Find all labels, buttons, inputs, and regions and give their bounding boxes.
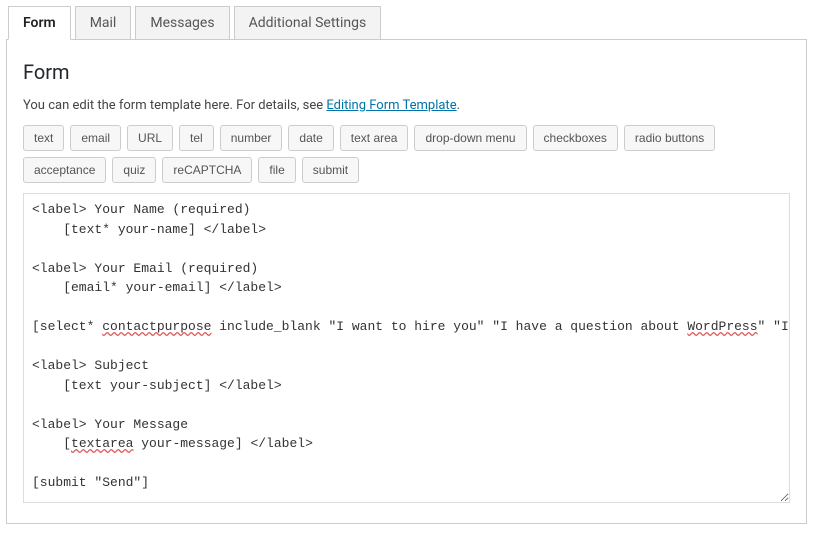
tab-mail[interactable]: Mail [75, 6, 132, 39]
form-template-editor[interactable]: <label> Your Name (required) [text* your… [23, 193, 790, 503]
tag-button-file[interactable]: file [258, 157, 295, 183]
tag-button-quiz[interactable]: quiz [112, 157, 156, 183]
tag-buttons-bar: textemailURLtelnumberdate text areadrop-d… [23, 125, 790, 183]
desc-text: You can edit the form template here. For… [23, 98, 326, 113]
tab-additional-settings[interactable]: Additional Settings [234, 6, 382, 39]
tag-button-text[interactable]: text [23, 125, 64, 151]
tab-messages[interactable]: Messages [135, 6, 229, 39]
tag-button-number[interactable]: number [220, 125, 283, 151]
panel-description: You can edit the form template here. For… [23, 98, 790, 113]
tab-bar: Form Mail Messages Additional Settings [6, 6, 807, 39]
editing-form-template-link[interactable]: Editing Form Template [326, 98, 456, 113]
tag-button-checkboxes[interactable]: checkboxes [533, 125, 618, 151]
tag-button-submit[interactable]: submit [302, 157, 359, 183]
tag-button-tel[interactable]: tel [179, 125, 214, 151]
tag-button-url[interactable]: URL [127, 125, 173, 151]
tag-button-date[interactable]: date [288, 125, 333, 151]
tag-button-drop-down-menu[interactable]: drop-down menu [414, 125, 526, 151]
tag-button-recaptcha[interactable]: reCAPTCHA [162, 157, 252, 183]
tag-button-email[interactable]: email [70, 125, 121, 151]
desc-suffix: . [457, 98, 460, 113]
form-panel: Form You can edit the form template here… [6, 39, 807, 524]
tag-button-text-area[interactable]: text area [340, 125, 409, 151]
tab-form[interactable]: Form [8, 6, 71, 40]
tag-button-radio-buttons[interactable]: radio buttons [624, 125, 715, 151]
tag-button-acceptance[interactable]: acceptance [23, 157, 106, 183]
panel-heading: Form [23, 60, 790, 84]
